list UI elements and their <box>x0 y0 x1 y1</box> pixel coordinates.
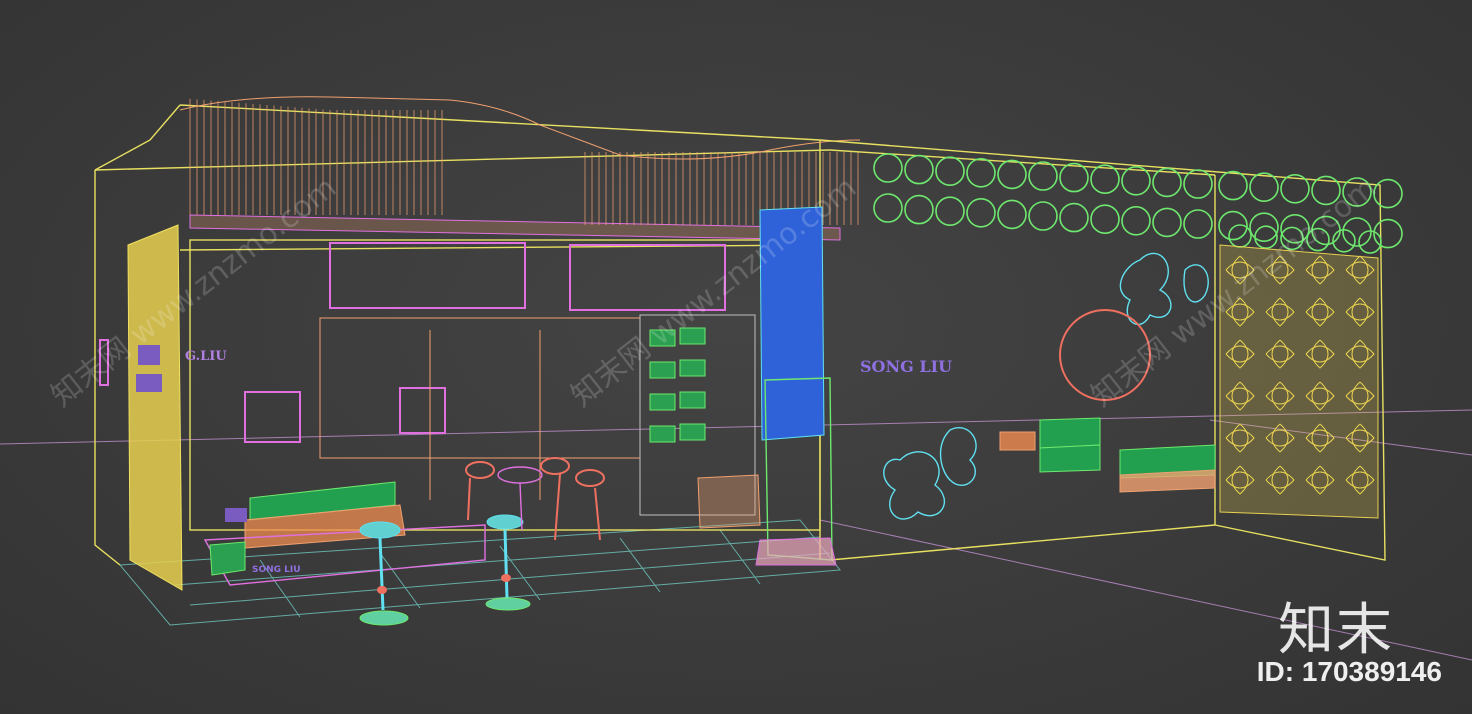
ring-ornament <box>904 194 934 225</box>
decorative-ring-pattern <box>873 153 1403 254</box>
ring-ornament <box>1090 164 1120 194</box>
canopy-slats <box>179 96 861 241</box>
blue-column <box>755 206 837 566</box>
ring-ornament <box>1059 202 1089 233</box>
ring-ornament <box>1121 206 1151 236</box>
right-lounge-sofa <box>999 417 1216 493</box>
sofa-sign: SONG LIU <box>252 565 301 575</box>
back-wall-guides <box>319 317 641 500</box>
ring-ornament <box>1306 227 1330 252</box>
ring-ornament <box>1228 224 1252 248</box>
ring-ornament <box>1183 209 1213 239</box>
ring-ornament <box>1249 172 1279 202</box>
left-sofa <box>203 481 486 586</box>
ring-ornament <box>1311 215 1341 246</box>
ring-ornament <box>1218 170 1248 201</box>
ring-ornament <box>1059 162 1089 193</box>
ring-ornament <box>997 199 1027 230</box>
ring-ornament <box>1249 212 1279 242</box>
image-id-label: ID: 170389146 <box>1256 656 1442 687</box>
left-display-panel <box>99 224 183 591</box>
left-panel-sign: G.LIU <box>185 349 227 364</box>
lattice-panel <box>1219 244 1379 519</box>
display-shelf <box>649 327 706 443</box>
ring-ornament <box>935 196 965 226</box>
ring-ornament <box>1342 177 1372 207</box>
ring-ornament <box>873 153 903 183</box>
ring-ornament <box>1280 174 1310 204</box>
ring-ornament <box>1121 166 1151 196</box>
cafe-chairs <box>465 457 605 541</box>
booth-wireframe-scene: G.LIU SONG LIU SONG LIU <box>0 96 1472 661</box>
ring-ornament <box>966 158 996 188</box>
wooden-crate <box>697 474 761 529</box>
ring-ornament <box>904 154 934 185</box>
right-panel-sign: SONG LIU <box>860 357 952 376</box>
ring-ornament <box>997 159 1027 190</box>
ring-ornament <box>873 193 903 223</box>
ring-ornament <box>1152 207 1182 238</box>
ring-ornament <box>1090 204 1120 234</box>
ring-ornament <box>1028 161 1058 191</box>
brand-watermark-logo: 知末 <box>1278 598 1394 663</box>
floral-ring <box>1059 309 1151 401</box>
ring-ornament <box>1373 178 1403 209</box>
ring-ornament <box>1028 201 1058 231</box>
viewport-3d-wireframe[interactable]: G.LIU SONG LIU SONG LIU 知末网 www.znzmo.co… <box>0 0 1472 714</box>
ring-ornament <box>1152 167 1182 198</box>
ring-ornament <box>966 198 996 228</box>
ring-ornament <box>935 156 965 186</box>
